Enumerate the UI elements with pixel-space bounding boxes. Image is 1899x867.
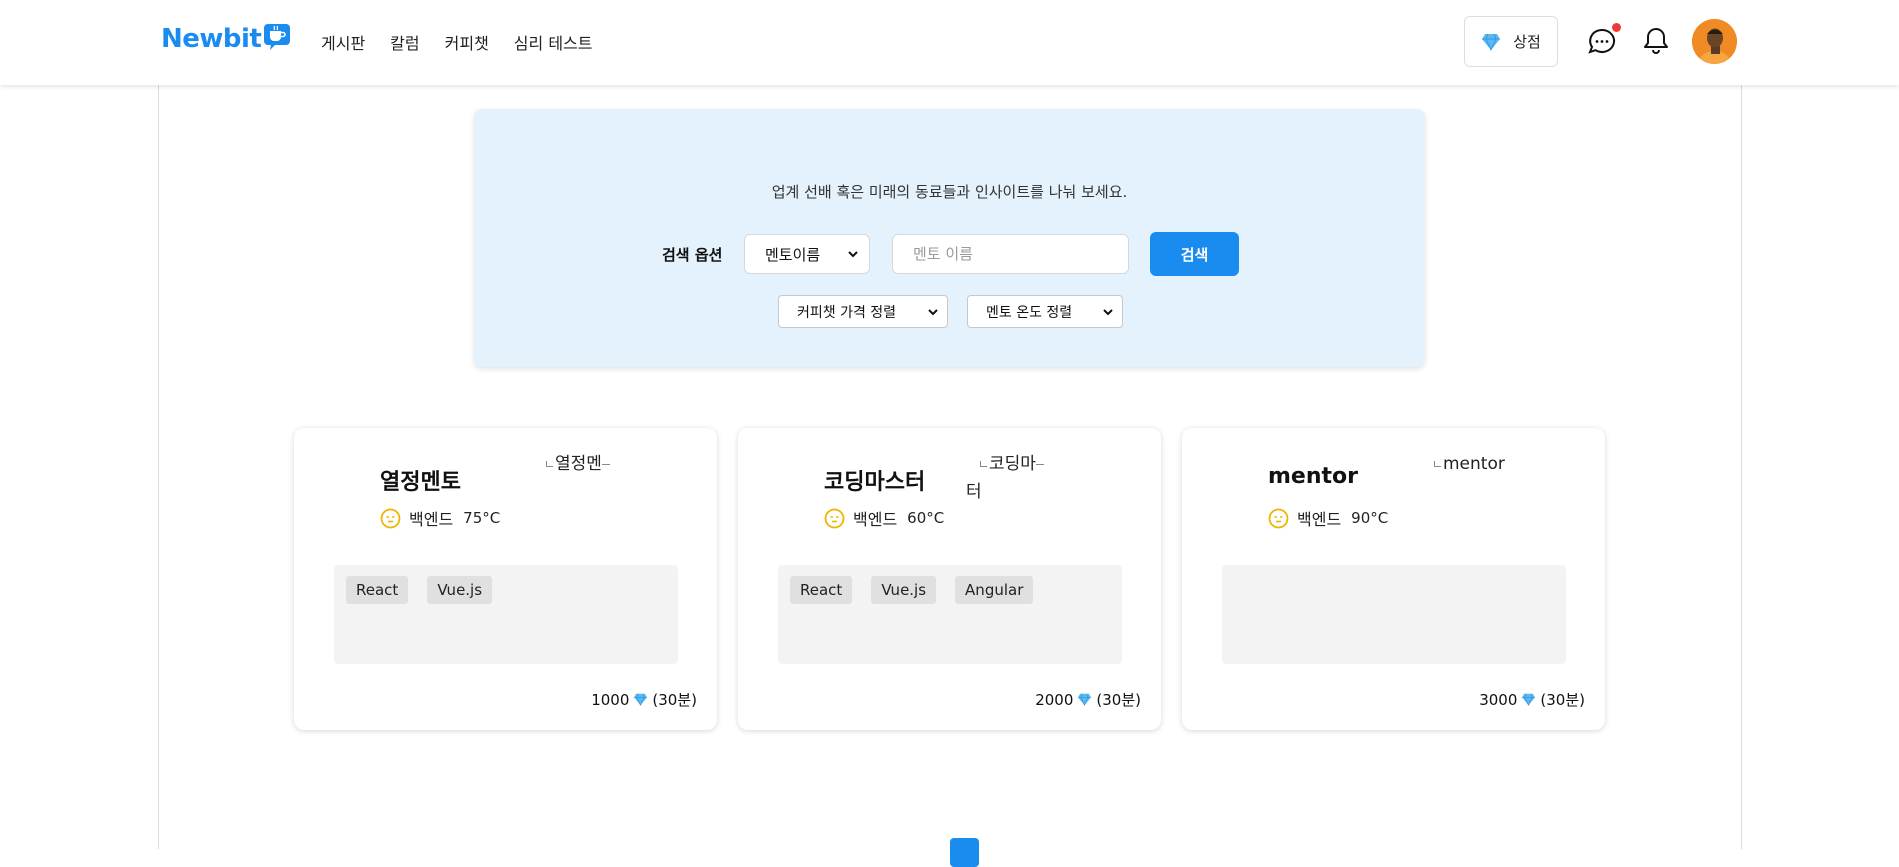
nav-psych-test[interactable]: 심리 테스트 — [514, 30, 593, 54]
container-right-border — [1741, 85, 1742, 849]
nav-board[interactable]: 게시판 — [321, 30, 365, 54]
coffeechat-price: 3000 (30분) — [1479, 689, 1585, 710]
broken-image-icon — [546, 461, 553, 467]
logo-text: Newbit — [161, 24, 261, 54]
notification-button[interactable] — [1640, 25, 1672, 57]
diamond-icon — [1521, 693, 1536, 706]
notification-dot — [1612, 23, 1621, 32]
temperature-face-icon — [824, 508, 845, 529]
logo[interactable]: Newbit — [161, 24, 291, 54]
mentor-temperature: 90°C — [1351, 509, 1388, 527]
price-sort-select[interactable]: 커피챗 가격 정렬 — [778, 295, 948, 328]
search-option-select[interactable]: 멘토이름 — [744, 234, 870, 274]
top-header: Newbit 게시판 칼럼 커피챗 심리 테스트 상점 — [0, 0, 1899, 85]
shop-label: 상점 — [1513, 31, 1541, 52]
mentor-name: 코딩마스터 — [824, 464, 925, 496]
mentor-card[interactable]: 코딩마스터 코딩마 터 백엔드 60°C React Vue.js Angula… — [738, 428, 1161, 730]
container-left-border — [158, 85, 159, 849]
mentor-meta: 백엔드 60°C — [824, 506, 944, 530]
nav-coffeechat[interactable]: 커피챗 — [445, 30, 489, 54]
temperature-sort-select[interactable]: 멘토 온도 정렬 — [967, 295, 1123, 328]
mentor-temperature: 75°C — [463, 509, 500, 527]
skill-tags: React Vue.js Angular — [778, 565, 1122, 664]
chat-button[interactable] — [1586, 26, 1618, 58]
mentor-temperature: 60°C — [907, 509, 944, 527]
chevron-down-icon — [1102, 306, 1114, 318]
avatar-image — [1692, 19, 1737, 64]
chat-bubble-icon — [1587, 27, 1617, 57]
temperature-face-icon — [380, 508, 401, 529]
mentor-profile-image: 열정멘 — [546, 450, 626, 478]
coffeechat-price: 1000 (30분) — [591, 689, 697, 710]
mentor-search-input[interactable] — [892, 234, 1129, 274]
mentor-image-alt: 열정멘 — [555, 454, 602, 474]
coffeechat-price: 2000 (30분) — [1035, 689, 1141, 710]
price-amount: 1000 — [591, 691, 629, 709]
mentor-image-alt-line2: 터 — [966, 482, 982, 502]
skill-tag: Vue.js — [871, 576, 936, 604]
mentor-card[interactable]: 열정멘토 열정멘 백엔드 75°C React Vue.js 1000 (30분… — [294, 428, 717, 730]
mentor-field: 백엔드 — [409, 506, 453, 530]
mentor-meta: 백엔드 75°C — [380, 506, 500, 530]
skill-tag: Angular — [955, 576, 1033, 604]
chevron-down-icon — [927, 306, 939, 318]
diamond-icon — [1481, 33, 1501, 51]
price-amount: 3000 — [1479, 691, 1517, 709]
shop-button[interactable]: 상점 — [1464, 16, 1558, 67]
mentor-name: 열정멘토 — [380, 464, 461, 496]
mentor-image-alt: mentor — [1443, 454, 1505, 474]
diamond-icon — [1077, 693, 1092, 706]
diamond-icon — [633, 693, 648, 706]
mentor-profile-image: 코딩마 터 — [980, 450, 1070, 506]
price-amount: 2000 — [1035, 691, 1073, 709]
skill-tag: React — [346, 576, 408, 604]
user-avatar[interactable] — [1692, 19, 1737, 64]
skill-tag: React — [790, 576, 852, 604]
temperature-face-icon — [1268, 508, 1289, 529]
price-sort-value: 커피챗 가격 정렬 — [797, 302, 896, 322]
mentor-meta: 백엔드 90°C — [1268, 506, 1388, 530]
main-nav: 게시판 칼럼 커피챗 심리 테스트 — [321, 30, 592, 54]
search-option-value: 멘토이름 — [765, 244, 820, 265]
search-panel: 업계 선배 혹은 미래의 동료들과 인사이트를 나눠 보세요. 검색 옵션 멘토… — [474, 109, 1425, 367]
skill-tags — [1222, 565, 1566, 664]
bell-icon — [1642, 26, 1670, 56]
logo-cup-icon — [263, 21, 291, 51]
mentor-field: 백엔드 — [1297, 506, 1341, 530]
mentor-profile-image: mentor — [1434, 450, 1514, 478]
mentor-card[interactable]: mentor mentor 백엔드 90°C 3000 (30분) — [1182, 428, 1605, 730]
hero-tagline: 업계 선배 혹은 미래의 동료들과 인사이트를 나눠 보세요. — [474, 181, 1425, 202]
mentor-image-alt: 코딩마 — [989, 454, 1036, 474]
nav-column[interactable]: 칼럼 — [390, 30, 419, 54]
price-duration: (30분) — [652, 689, 697, 710]
broken-image-icon — [1434, 461, 1441, 467]
mentor-field: 백엔드 — [853, 506, 897, 530]
price-duration: (30분) — [1096, 689, 1141, 710]
skill-tags: React Vue.js — [334, 565, 678, 664]
pagination-current-page[interactable] — [950, 838, 979, 867]
skill-tag: Vue.js — [427, 576, 492, 604]
temperature-sort-value: 멘토 온도 정렬 — [986, 302, 1072, 322]
search-button[interactable]: 검색 — [1150, 232, 1239, 276]
chevron-down-icon — [847, 248, 859, 260]
search-option-label: 검색 옵션 — [662, 244, 722, 265]
broken-image-icon — [980, 461, 987, 467]
mentor-name: mentor — [1268, 464, 1358, 489]
price-duration: (30분) — [1540, 689, 1585, 710]
